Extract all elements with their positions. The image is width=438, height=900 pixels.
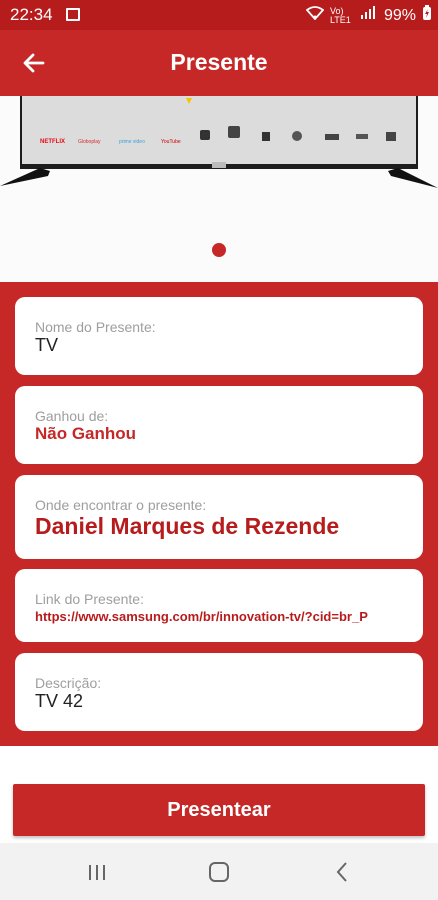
- won-from-card: Ganhou de: Não Ganhou: [15, 386, 423, 464]
- recent-apps-icon: [89, 865, 105, 880]
- page-title: Presente: [170, 49, 268, 75]
- status-bar: 22:34 Vo) LTE1 99%: [0, 0, 438, 30]
- battery-percent: 99%: [383, 6, 416, 24]
- chevron-left-icon: [336, 862, 347, 882]
- gift-name-card: Nome do Presente: TV: [15, 297, 423, 375]
- system-back-button[interactable]: [322, 855, 362, 889]
- youtube-app-logo: YouTube: [161, 139, 181, 145]
- won-from-value: Não Ganhou: [35, 424, 137, 443]
- battery-charging-icon: [422, 5, 432, 26]
- tv-product-image: NETFLIX Globoplay prime video YouTube: [0, 96, 438, 188]
- description-card: Descrição: TV 42: [15, 653, 423, 731]
- description-value: TV 42: [35, 691, 84, 711]
- primevideo-app-logo: prime video: [119, 139, 145, 145]
- recent-apps-button[interactable]: [77, 855, 117, 889]
- won-from-label: Ganhou de:: [35, 408, 109, 424]
- wifi-icon: [305, 6, 325, 25]
- carousel-indicator-dot[interactable]: [212, 243, 226, 257]
- gift-name-label: Nome do Presente:: [35, 319, 156, 335]
- home-button[interactable]: [199, 855, 239, 889]
- description-label: Descrição:: [35, 675, 102, 691]
- where-to-find-label: Onde encontrar o presente:: [35, 497, 207, 513]
- globoplay-app-logo: Globoplay: [78, 139, 101, 145]
- app-bar: Presente: [0, 30, 438, 96]
- gallery-notification-icon: [66, 8, 80, 21]
- gift-link-value[interactable]: https://www.samsung.com/br/innovation-tv…: [35, 609, 405, 624]
- status-time: 22:34: [10, 5, 53, 24]
- status-icons: Vo) LTE1 99%: [305, 5, 432, 26]
- gift-link-card[interactable]: Link do Presente: https://www.samsung.co…: [15, 569, 423, 642]
- where-to-find-value: Daniel Marques de Rezende: [35, 513, 340, 539]
- gift-name-value: TV: [35, 335, 59, 355]
- gift-link-label: Link do Presente:: [35, 591, 144, 607]
- where-to-find-card: Onde encontrar o presente: Daniel Marque…: [15, 475, 423, 559]
- signal-icon: [360, 6, 378, 25]
- home-icon: [209, 862, 229, 882]
- present-button[interactable]: Presentear: [13, 784, 425, 836]
- network-label: Vo) LTE1: [329, 5, 351, 25]
- netflix-app-logo: NETFLIX: [40, 139, 65, 145]
- system-nav-bar: [0, 843, 438, 900]
